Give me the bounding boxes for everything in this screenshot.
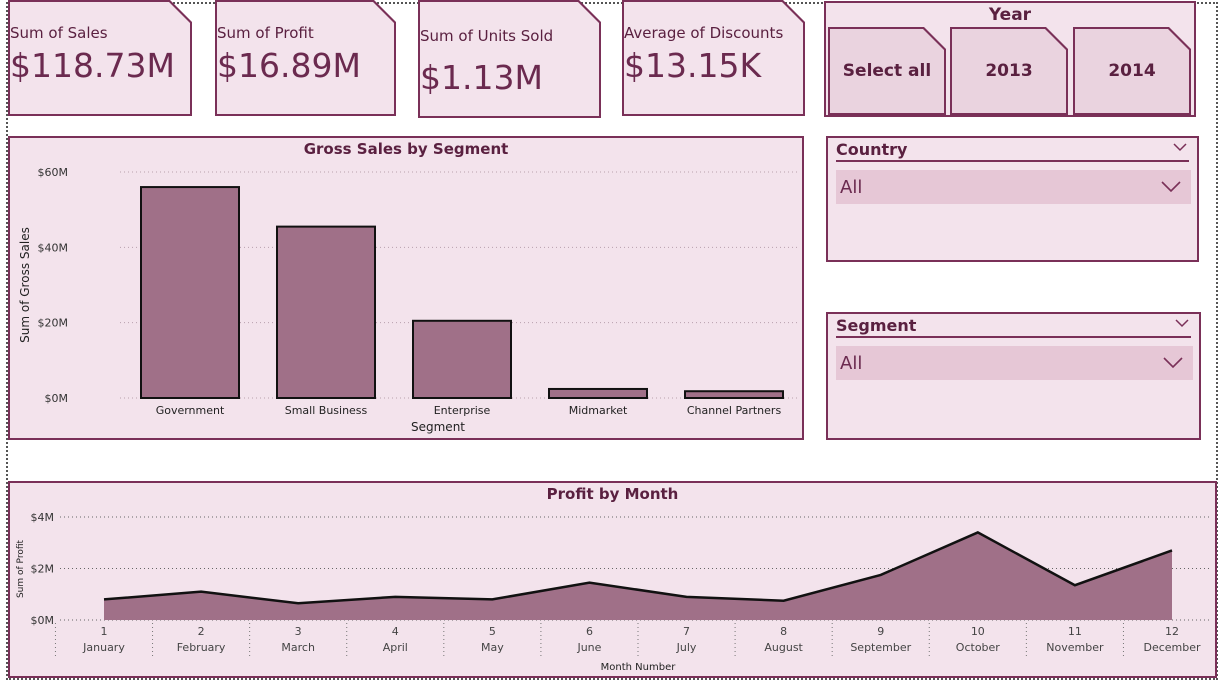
bar [684,390,784,400]
x-tick-label: 7 [683,625,690,638]
x-tick-label: 11 [1068,625,1082,638]
bar [548,387,648,400]
x-tick-label: 12 [1165,625,1179,638]
segment-slicer: Segment All [826,312,1201,440]
x-tick-label: 8 [780,625,787,638]
x-tick-label: 6 [586,625,593,638]
x-month-name: May [481,641,504,654]
x-month-name: September [850,641,911,654]
segment-slicer-title: Segment [836,316,917,335]
country-dropdown-value: All [840,176,863,198]
year-option-2013[interactable]: 2013 [950,27,1068,115]
kpi-value: $16.89M [217,46,361,85]
year-slicer: Year Select all 2013 2014 [824,1,1196,117]
profit-area [104,532,1172,620]
y-tick-label: $2M [31,563,55,576]
x-tick-label: Enterprise [434,404,491,417]
x-tick-label: Channel Partners [687,404,782,417]
gross-sales-bar-chart: $0M $20M $40M $60M Government Small Business E… [18,166,800,434]
x-month-name: October [956,641,1000,654]
x-tick-label: 1 [101,625,108,638]
kpi-label: Average of Discounts [624,24,784,42]
divider [836,336,1191,338]
y-axis-title: Sum of Gross Sales [18,227,32,343]
x-month-name: June [576,641,601,654]
chevron-down-icon[interactable] [1173,140,1187,154]
x-tick-label: Midmarket [569,404,628,417]
segment-dropdown[interactable]: All [836,346,1193,380]
kpi-label: Sum of Units Sold [420,27,554,45]
gross-sales-chart-panel: Gross Sales by Segment $0M $20M $40M $60M Go… [8,136,804,440]
x-tick-label: 3 [295,625,302,638]
country-slicer-title: Country [836,140,908,159]
year-option-2014[interactable]: 2014 [1073,27,1191,115]
y-tick-label: $20M [38,317,69,330]
x-tick-label: 2 [198,625,205,638]
x-month-name: February [177,641,226,654]
x-month-name: April [383,641,408,654]
divider [836,160,1189,162]
kpi-value: $118.73M [10,46,175,85]
x-tick-label: 10 [971,625,985,638]
x-month-name: December [1143,641,1201,654]
profit-area-chart: $0M $2M $4M 1 January 2 February 3 March 4 April 5 M… [16,511,1210,673]
year-option-select-all[interactable]: Select all [828,27,946,115]
chevron-down-icon[interactable] [1175,316,1189,330]
y-tick-label: $4M [31,511,55,524]
y-tick-label: $0M [31,614,55,627]
kpi-label: Sum of Sales [10,24,108,42]
segment-dropdown-value: All [840,352,863,374]
bar [412,319,512,400]
y-tick-label: $0M [45,392,69,405]
profit-by-month-chart-panel: Profit by Month $0M $2M $4M 1 January 2 Februa… [8,481,1217,678]
country-dropdown[interactable]: All [836,170,1191,204]
x-month-name: March [281,641,315,654]
bar [276,225,376,399]
country-slicer: Country All [826,136,1199,262]
x-month-name: November [1046,641,1104,654]
x-month-name: July [676,641,697,654]
kpi-card-units: Sum of Units Sold $1.13M [418,0,601,118]
kpi-card-profit: Sum of Profit $16.89M [215,0,396,116]
x-tick-label: 4 [392,625,399,638]
kpi-card-discounts: Average of Discounts $13.15K [622,0,805,116]
year-slicer-title: Year [988,5,1032,25]
y-tick-label: $60M [38,166,69,179]
kpi-card-sales: Sum of Sales $118.73M [8,0,192,116]
kpi-value: $13.15K [624,46,762,85]
x-tick-label: 9 [877,625,884,638]
chevron-down-icon [1161,181,1181,193]
x-tick-label: Government [156,404,225,417]
y-tick-label: $40M [38,241,69,254]
chevron-down-icon [1163,357,1183,369]
x-month-name: January [82,641,125,654]
x-axis-title: Month Number [601,662,677,673]
x-axis-title: Segment [411,420,465,434]
bar [140,186,240,399]
x-tick-label: 5 [489,625,496,638]
kpi-value: $1.13M [420,58,543,97]
x-tick-label: Small Business [285,404,368,417]
kpi-label: Sum of Profit [217,24,314,42]
x-month-name: August [764,641,803,654]
y-axis-title: Sum of Profit [16,540,26,599]
